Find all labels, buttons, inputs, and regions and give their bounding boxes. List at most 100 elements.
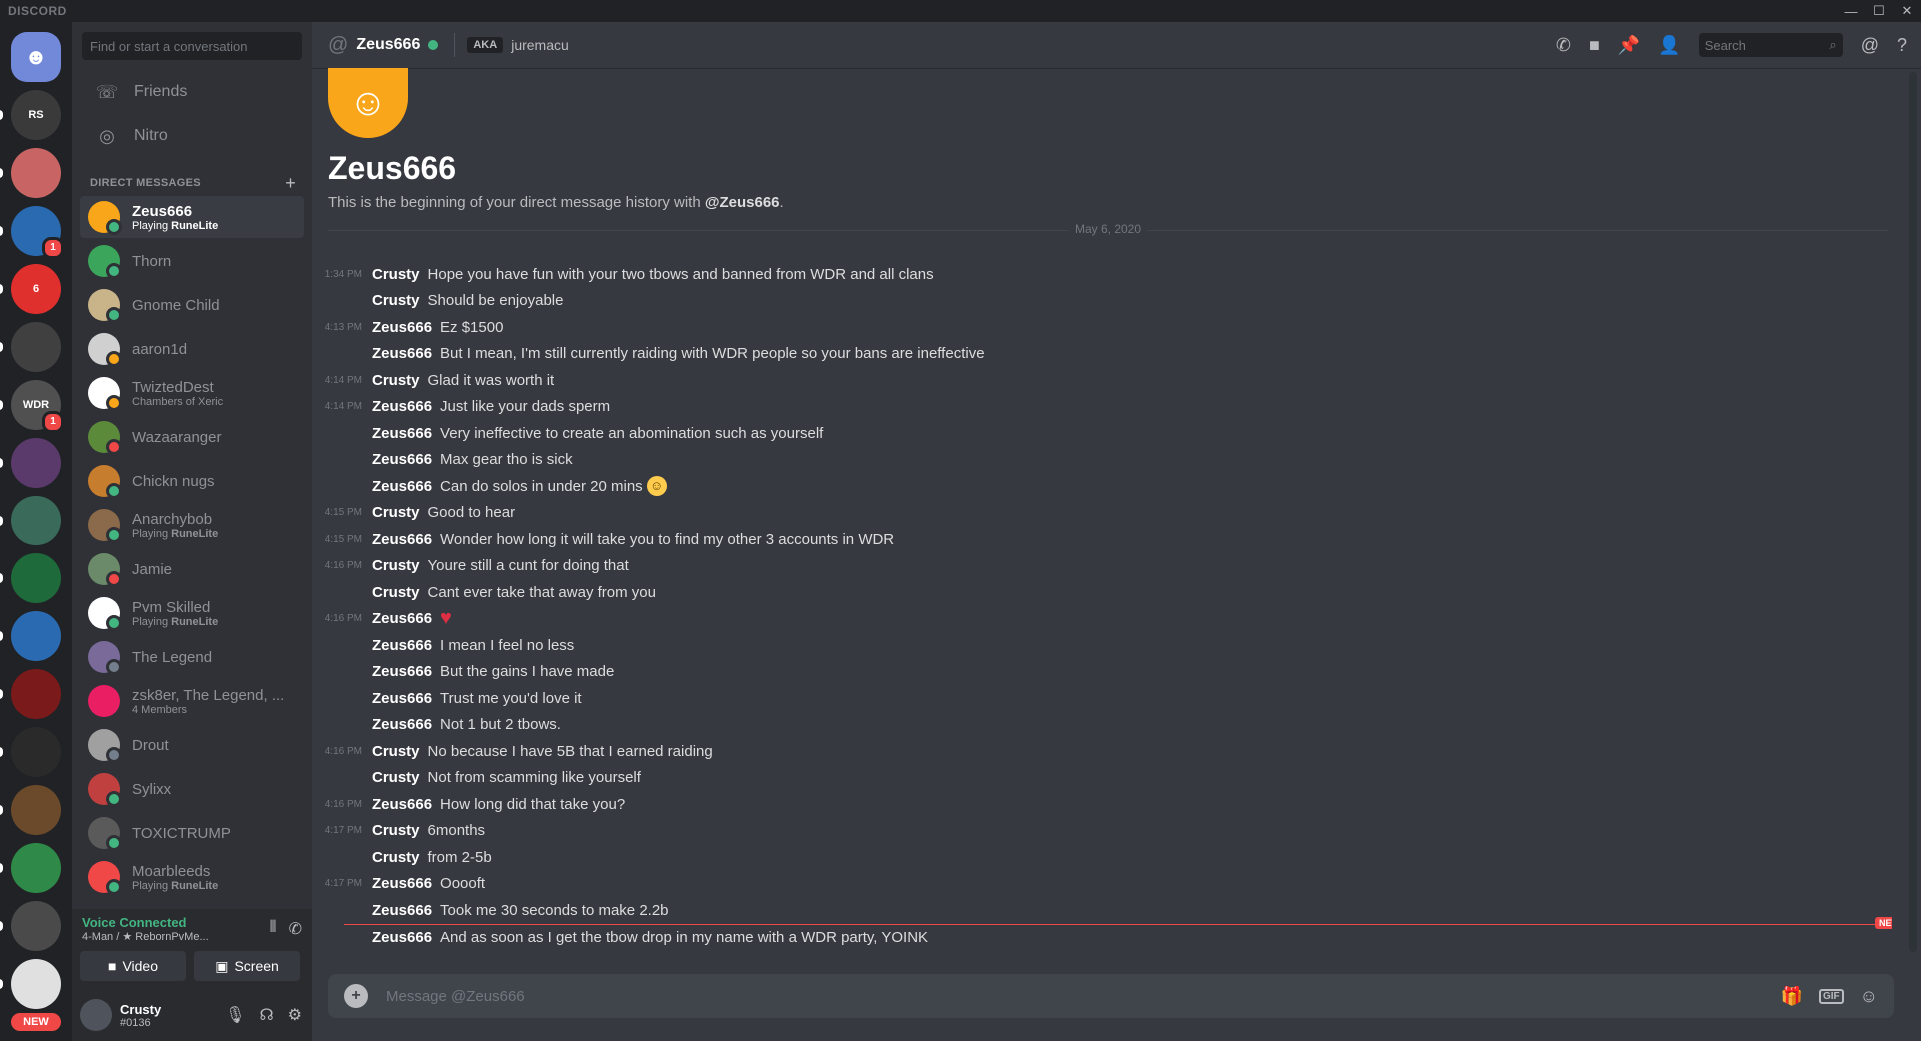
message-row[interactable]: Zeus666 Took me 30 seconds to make 2.2b xyxy=(312,897,1892,924)
message-author[interactable]: Zeus666 xyxy=(372,637,432,654)
message-row[interactable]: Crusty from 2-5b xyxy=(312,844,1892,871)
upload-plus-icon[interactable]: + xyxy=(344,984,368,1008)
message-row[interactable]: Zeus666 Max gear tho is sick xyxy=(312,447,1892,474)
header-search-input[interactable]: Search ⌕ xyxy=(1698,33,1843,57)
dm-item[interactable]: Moarbleeds Playing RuneLite xyxy=(80,856,304,898)
message-author[interactable]: Zeus666 xyxy=(372,451,432,468)
message-row[interactable]: Zeus666 Trust me you'd love it xyxy=(312,685,1892,712)
message-row[interactable]: Crusty Cant ever take that away from you xyxy=(312,579,1892,606)
create-dm-icon[interactable]: + xyxy=(285,173,296,194)
call-icon[interactable]: ✆ xyxy=(1556,35,1571,56)
message-row[interactable]: 4:13 PM Zeus666 Ez $1500 xyxy=(312,314,1892,341)
scrollbar[interactable] xyxy=(1909,72,1917,952)
dm-item[interactable]: Pvm Skilled Playing RuneLite xyxy=(80,592,304,634)
message-row[interactable]: 4:15 PM Crusty Good to hear xyxy=(312,500,1892,527)
settings-gear-icon[interactable]: ⚙ xyxy=(288,1005,302,1025)
dm-item[interactable]: Sylixx xyxy=(80,768,304,810)
message-row[interactable]: 1:34 PM Crusty Hope you have fun with your… xyxy=(312,261,1892,288)
server-icon[interactable] xyxy=(0,843,61,894)
server-icon[interactable] xyxy=(0,147,61,198)
message-author[interactable]: Zeus666 xyxy=(372,875,432,892)
find-conversation-input[interactable]: Find or start a conversation xyxy=(82,32,302,60)
message-row[interactable]: 4:17 PM Zeus666 Ooooft xyxy=(312,871,1892,898)
message-row[interactable]: Crusty Not from scamming like yourself xyxy=(312,765,1892,792)
dm-item[interactable]: Wazaaranger xyxy=(80,416,304,458)
server-icon[interactable]: 6 xyxy=(0,263,61,314)
server-icon[interactable] xyxy=(0,959,61,1009)
message-author[interactable]: Zeus666 xyxy=(372,716,432,733)
message-row[interactable]: 4:14 PM Crusty Glad it was worth it xyxy=(312,367,1892,394)
message-author[interactable]: Zeus666 xyxy=(372,478,432,495)
server-icon[interactable] xyxy=(0,785,61,836)
close-icon[interactable]: ✕ xyxy=(1893,0,1921,22)
message-row[interactable]: Zeus666 But I mean, I'm still currently r… xyxy=(312,341,1892,368)
server-icon[interactable] xyxy=(0,321,61,372)
dm-item[interactable]: aaron1d xyxy=(80,328,304,370)
message-row[interactable]: 4:17 PM Crusty 6months xyxy=(312,818,1892,845)
pin-icon[interactable]: 📌 xyxy=(1618,35,1640,56)
disconnect-icon[interactable]: ✆ xyxy=(289,919,302,939)
gif-button[interactable]: GIF xyxy=(1818,988,1844,1004)
dm-item[interactable]: TOXICTRUMP xyxy=(80,812,304,854)
message-author[interactable]: Crusty xyxy=(372,849,420,866)
message-row[interactable]: Zeus666 Not 1 but 2 tbows. xyxy=(312,712,1892,739)
video-call-icon[interactable]: ■ xyxy=(1589,35,1600,56)
message-row[interactable]: 4:15 PM Zeus666 Wonder how long it will ta… xyxy=(312,526,1892,553)
message-author[interactable]: Zeus666 xyxy=(372,610,432,627)
dm-item[interactable]: TwiztedDest Chambers of Xeric xyxy=(80,372,304,414)
message-row[interactable]: 4:16 PM Crusty Youre still a cunt for doin… xyxy=(312,553,1892,580)
message-author[interactable]: Zeus666 xyxy=(372,796,432,813)
message-author[interactable]: Zeus666 xyxy=(372,531,432,548)
server-icon[interactable]: 1 xyxy=(0,205,64,259)
message-author[interactable]: Zeus666 xyxy=(372,398,432,415)
server-icon[interactable] xyxy=(0,901,61,951)
server-icon[interactable] xyxy=(0,669,61,720)
home-button[interactable]: ☻ xyxy=(11,32,61,82)
message-author[interactable]: Crusty xyxy=(372,372,420,389)
server-icon[interactable]: RS xyxy=(0,89,61,140)
message-row[interactable]: 4:16 PM Zeus666 How long did that take you… xyxy=(312,791,1892,818)
message-author[interactable]: Zeus666 xyxy=(372,425,432,442)
message-row[interactable]: 4:16 PM Crusty No because I have 5B that I… xyxy=(312,738,1892,765)
dm-item[interactable]: Jamie xyxy=(80,548,304,590)
user-avatar[interactable] xyxy=(80,999,112,1031)
dm-item[interactable]: Thorn xyxy=(80,240,304,282)
message-row[interactable]: Zeus666 Can do solos in under 20 mins ☺ xyxy=(312,473,1892,500)
message-row[interactable]: Zeus666 And as soon as I get the tbow dro… xyxy=(312,925,1892,952)
message-row[interactable]: 4:16 PM Zeus666 ♥ xyxy=(312,606,1892,633)
gift-icon[interactable]: 🎁 xyxy=(1781,986,1803,1007)
dm-item[interactable]: zsk8er, The Legend, ... 4 Members xyxy=(80,680,304,722)
server-icon[interactable] xyxy=(0,727,61,778)
message-author[interactable]: Crusty xyxy=(372,769,420,786)
message-author[interactable]: Crusty xyxy=(372,743,420,760)
headphones-icon[interactable]: ☊ xyxy=(259,1005,273,1025)
minimize-icon[interactable]: — xyxy=(1837,0,1865,22)
message-author[interactable]: Crusty xyxy=(372,266,420,283)
dm-item[interactable]: The Legend xyxy=(80,636,304,678)
add-friend-icon[interactable]: 👤 xyxy=(1658,35,1680,56)
server-icon[interactable] xyxy=(0,611,61,662)
help-icon[interactable]: ? xyxy=(1897,35,1907,56)
server-icon[interactable] xyxy=(0,437,61,488)
dm-item[interactable]: Chickn nugs xyxy=(80,460,304,502)
message-row[interactable]: Zeus666 I mean I feel no less xyxy=(312,632,1892,659)
message-author[interactable]: Zeus666 xyxy=(372,902,432,919)
message-author[interactable]: Crusty xyxy=(372,504,420,521)
nav-nitro[interactable]: ◎ Nitro xyxy=(72,114,312,158)
message-author[interactable]: Crusty xyxy=(372,584,420,601)
maximize-icon[interactable]: ☐ xyxy=(1865,0,1893,22)
message-row[interactable]: Zeus666 But the gains I have made xyxy=(312,659,1892,686)
emoji-icon[interactable]: ☺ xyxy=(1860,986,1878,1007)
microphone-icon[interactable]: 🎙 xyxy=(225,1005,245,1025)
video-button[interactable]: ■ Video xyxy=(80,951,186,981)
server-icon[interactable]: WDR 1 xyxy=(0,379,64,433)
message-author[interactable]: Zeus666 xyxy=(372,345,432,362)
message-author[interactable]: Crusty xyxy=(372,292,420,309)
message-author[interactable]: Zeus666 xyxy=(372,319,432,336)
noise-suppression-icon[interactable]: ⦀ xyxy=(270,919,277,939)
dm-item[interactable]: Drout xyxy=(80,724,304,766)
mentions-icon[interactable]: @ xyxy=(1861,35,1879,56)
message-row[interactable]: Zeus666 Very ineffective to create an abo… xyxy=(312,420,1892,447)
message-row[interactable]: 4:14 PM Zeus666 Just like your dads sperm xyxy=(312,394,1892,421)
dm-item[interactable]: Anarchybob Playing RuneLite xyxy=(80,504,304,546)
